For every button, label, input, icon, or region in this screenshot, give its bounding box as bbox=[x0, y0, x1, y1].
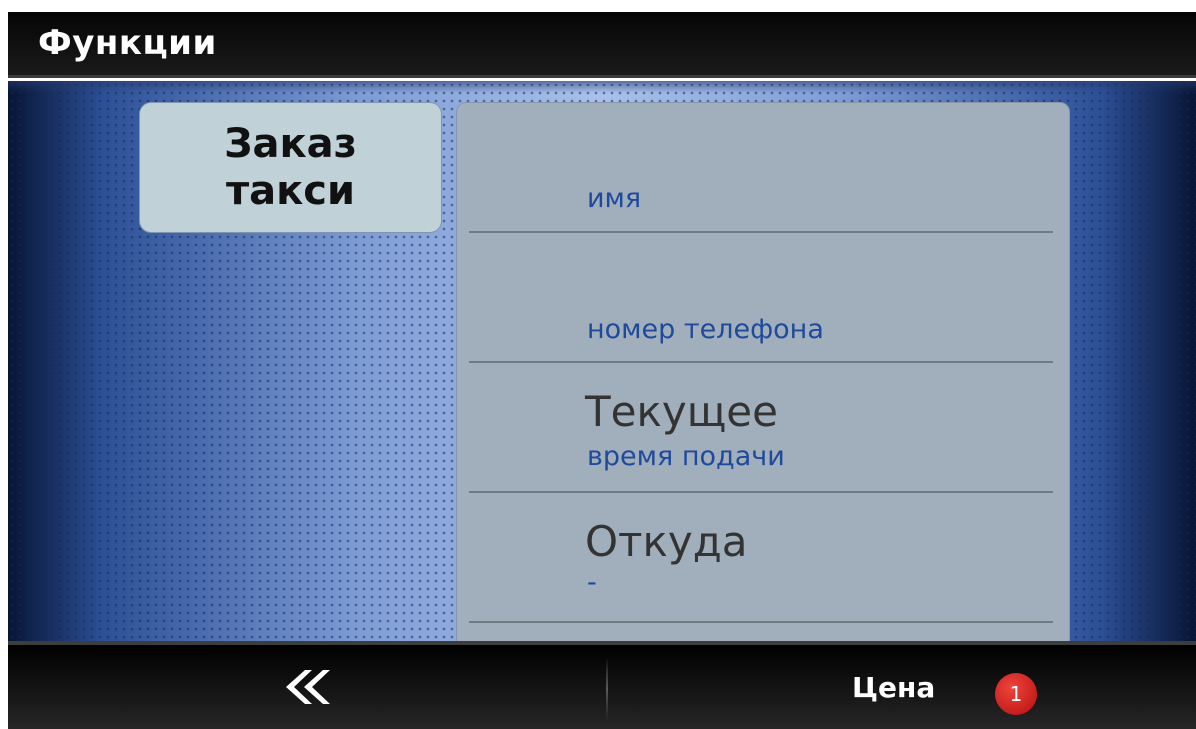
back-button[interactable] bbox=[8, 645, 606, 729]
name-label: имя bbox=[587, 183, 642, 214]
order-form-panel: имя номер телефона Текущее время подачи … bbox=[456, 102, 1070, 641]
pickup-time-value: Текущее bbox=[585, 387, 778, 436]
form-row-phone[interactable]: номер телефона bbox=[457, 233, 1069, 363]
form-row-from[interactable]: Откуда - bbox=[457, 493, 1069, 623]
form-row-name[interactable]: имя bbox=[457, 103, 1069, 233]
from-value: Откуда bbox=[585, 517, 748, 566]
pickup-time-label: время подачи bbox=[587, 441, 785, 472]
form-row-pickup-time[interactable]: Текущее время подачи bbox=[457, 363, 1069, 493]
title-bar: Функции bbox=[8, 12, 1196, 78]
phone-label: номер телефона bbox=[587, 314, 824, 345]
notification-badge: 1 bbox=[995, 673, 1037, 715]
page-title: Функции bbox=[38, 23, 217, 63]
row-divider bbox=[469, 621, 1053, 623]
bottom-bar: Цена 1 bbox=[8, 641, 1196, 729]
content-area: Заказ такси имя номер телефона Текущее в… bbox=[8, 81, 1196, 641]
from-label: - bbox=[587, 567, 597, 598]
price-button[interactable]: Цена 1 bbox=[608, 645, 1196, 729]
price-label: Цена bbox=[852, 671, 936, 704]
taxi-order-label: Заказ такси bbox=[224, 120, 357, 214]
taxi-order-tile[interactable]: Заказ такси bbox=[139, 102, 442, 233]
double-chevron-left-icon bbox=[286, 670, 330, 704]
